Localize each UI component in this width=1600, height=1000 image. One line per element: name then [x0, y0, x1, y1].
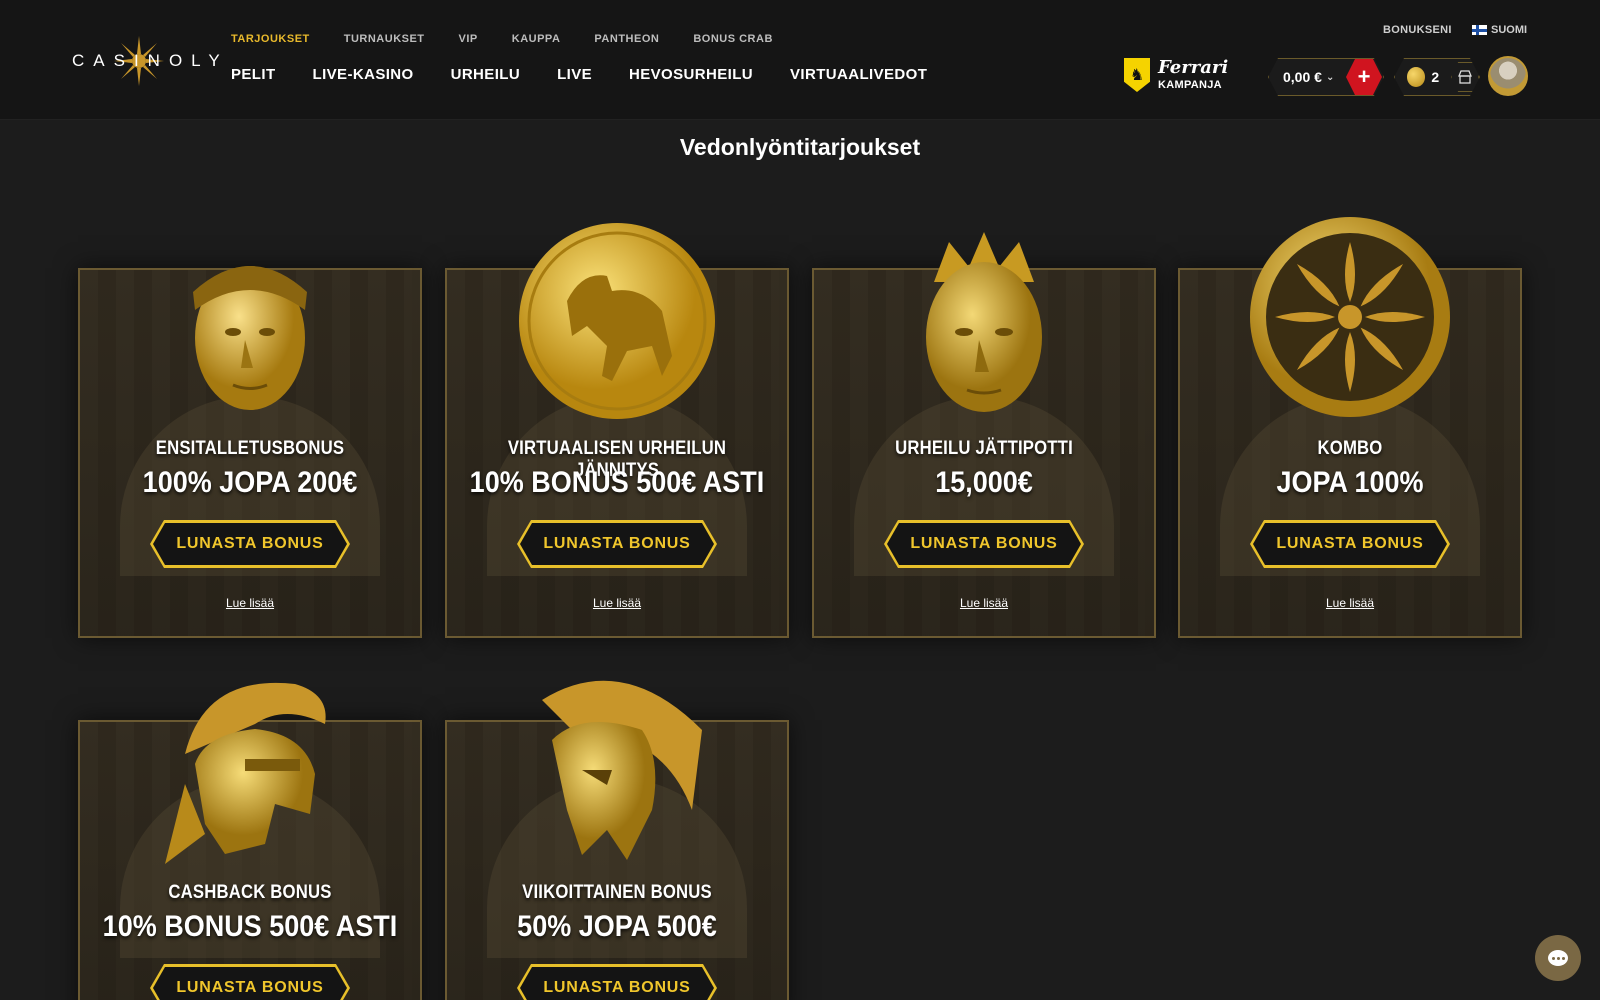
logo-text: CASINOLY [72, 51, 229, 70]
shop-icon[interactable] [1451, 62, 1479, 92]
language-selector[interactable]: SUOMI [1472, 24, 1527, 36]
plus-icon: + [1357, 64, 1371, 89]
offer-title: VIIKOITTAINEN BONUS [522, 882, 712, 903]
coin-icon [1407, 67, 1425, 87]
roman-head-icon [193, 266, 307, 410]
offer-value: 15,000€ [935, 466, 1033, 499]
promo-sub: KAMPANJA [1158, 79, 1222, 91]
promo-brand: Ferrari [1158, 57, 1229, 78]
claim-bonus-button[interactable]: LUNASTA BONUS [1250, 520, 1450, 568]
nav-bonus-crab[interactable]: BONUS CRAB [693, 33, 773, 45]
coins-widget[interactable]: 2 [1394, 58, 1480, 96]
crowned-head-icon [926, 232, 1042, 412]
balance-value: 0,00 € [1283, 69, 1322, 85]
read-more-link[interactable]: Lue lisää [814, 596, 1154, 610]
avatar[interactable] [1488, 56, 1528, 96]
offer-card-kombo: KOMBO JOPA 100% LUNASTA BONUS Lue lisää [1178, 217, 1522, 638]
offer-title: ENSITALLETUSBONUS [155, 438, 345, 459]
claim-bonus-button[interactable]: LUNASTA BONUS [517, 520, 717, 568]
primary-nav: PELIT LIVE-KASINO URHEILU LIVE HEVOSURHE… [231, 66, 964, 83]
nav-turnaukset[interactable]: TURNAUKSET [344, 33, 425, 45]
offer-card-ensitalletus: ENSITALLETUSBONUS 100% JOPA 200€ LUNASTA… [78, 266, 422, 638]
prancing-horse-icon: ♞ [1124, 58, 1150, 92]
nav-live[interactable]: LIVE [557, 66, 592, 83]
offer-card-cashback: CASHBACK BONUS 10% BONUS 500€ ASTI LUNAS… [78, 682, 422, 1000]
offer-value: JOPA 100% [1276, 466, 1424, 499]
sun-shield-icon [1250, 217, 1450, 417]
roman-helmet-icon [165, 682, 326, 864]
nav-tarjoukset[interactable]: TARJOUKSET [231, 33, 310, 45]
nav-kauppa[interactable]: KAUPPA [512, 33, 561, 45]
language-label: SUOMI [1491, 24, 1528, 36]
offer-title: KOMBO [1317, 438, 1383, 459]
offer-card-viikoittainen: VIIKOITTAINEN BONUS 50% JOPA 500€ LUNAST… [445, 680, 789, 1000]
chevron-down-icon: ⌄ [1325, 71, 1335, 83]
offer-value: 10% BONUS 500€ ASTI [102, 910, 398, 943]
horse-coin-icon [519, 223, 715, 419]
secondary-nav: TARJOUKSET TURNAUKSET VIP KAUPPA PANTHEO… [231, 33, 807, 45]
coin-count: 2 [1431, 69, 1440, 85]
finland-flag-icon [1472, 25, 1487, 35]
offer-value: 10% BONUS 500€ ASTI [469, 466, 765, 499]
nav-hevosurheilu[interactable]: HEVOSURHEILU [629, 66, 753, 83]
nav-live-kasino[interactable]: LIVE-KASINO [313, 66, 414, 83]
offer-title: CASHBACK BONUS [168, 882, 332, 903]
offer-value: 50% JOPA 500€ [517, 910, 717, 943]
claim-bonus-button[interactable]: LUNASTA BONUS [150, 520, 350, 568]
read-more-link[interactable]: Lue lisää [1180, 596, 1520, 610]
site-header: CASINOLY TARJOUKSET TURNAUKSET VIP KAUPP… [0, 0, 1600, 120]
nav-urheilu[interactable]: URHEILU [451, 66, 520, 83]
chat-icon [1548, 950, 1568, 966]
claim-bonus-button[interactable]: LUNASTA BONUS [884, 520, 1084, 568]
read-more-link[interactable]: Lue lisää [80, 596, 420, 610]
nav-pantheon[interactable]: PANTHEON [594, 33, 659, 45]
read-more-link[interactable]: Lue lisää [447, 596, 787, 610]
offer-card-jattipotti: URHEILU JÄTTIPOTTI 15,000€ LUNASTA BONUS… [812, 232, 1156, 638]
spartan-helmet-icon [542, 680, 702, 860]
casinoly-logo[interactable]: CASINOLY [72, 34, 220, 88]
my-bonuses-link[interactable]: BONUKSENI [1383, 24, 1452, 36]
page-title: Vedonlyöntitarjoukset [679, 134, 921, 160]
ferrari-promo[interactable]: ♞ Ferrari KAMPANJA [1124, 58, 1228, 92]
offer-title: URHEILU JÄTTIPOTTI [895, 438, 1073, 459]
live-chat-button[interactable] [1535, 935, 1581, 981]
nav-vip[interactable]: VIP [459, 33, 478, 45]
claim-bonus-button[interactable]: LUNASTA BONUS [150, 964, 350, 1000]
claim-bonus-button[interactable]: LUNASTA BONUS [517, 964, 717, 1000]
nav-pelit[interactable]: PELIT [231, 66, 276, 83]
offer-value: 100% JOPA 200€ [142, 466, 358, 499]
offer-card-virtuaalinen: VIRTUAALISEN URHEILUN JÄNNITYS 10% BONUS… [445, 223, 789, 638]
nav-virtuaalivedot[interactable]: VIRTUAALIVEDOT [790, 66, 927, 83]
